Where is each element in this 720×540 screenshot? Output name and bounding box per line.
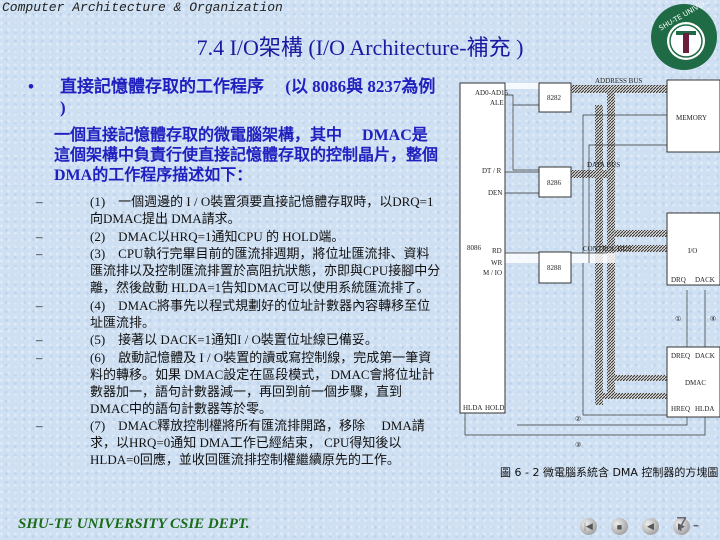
chip-label: 8286	[547, 179, 562, 187]
pin-label: DREQ	[671, 352, 690, 360]
cpu-label: 8086	[467, 244, 482, 252]
pin-label: ALE	[490, 99, 504, 107]
list-item: – (4) DMAC將事先以程式規劃好的位址計數器內容轉移至位址匯流排。	[36, 297, 431, 330]
list-item: – (6) 啟動記憶體及 I / O裝置的讀或寫控制線，完成第一筆資料的轉移。如果…	[36, 350, 435, 416]
pin-label: AD0-AD15	[475, 89, 509, 97]
dmac-label: DMAC	[685, 379, 706, 387]
chip-label: 8282	[547, 94, 562, 102]
pin-label: HOLD	[485, 404, 504, 412]
pin-label: DT / R	[482, 167, 502, 175]
step-marker: ③	[575, 441, 581, 449]
slide-nav: |◀ ■ ◀ ▶	[580, 518, 690, 535]
list-item: – (3) CPU執行完畢目前的匯流排週期，將位址匯流排、資料匯流排以及控制匯流排…	[36, 246, 441, 295]
list-item: – (2) DMAC以HRQ=1通知CPU 的 HOLD端。	[36, 228, 345, 244]
step-marker: ④	[710, 315, 716, 323]
list-item: – (5) 接著以 DACK=1通知I / O裝置位址線已備妥。	[36, 332, 378, 348]
pin-label: HLDA	[463, 404, 482, 412]
chip-label: 8288	[547, 264, 562, 272]
bullet-heading: 直接記憶體存取的工作程序 (以 8086與 8237為例 )	[60, 77, 436, 117]
footer-text: SHU-TE UNIVERSITY CSIE DEPT.	[18, 516, 250, 532]
pin-label: RD	[492, 247, 502, 255]
memory-label: MEMORY	[676, 114, 707, 122]
step-list: – (1) 一個週邊的 I / O裝置須要直接記憶體存取時，以DRQ=1向DMAC…	[34, 194, 442, 469]
io-label: I/O	[688, 247, 697, 255]
pin-label: HLDA	[695, 405, 714, 413]
pin-label: WR	[491, 259, 503, 267]
slide-title: 7.4 I/O架構 (I/O Architecture-補充 )	[196, 35, 524, 60]
pin-label: HREQ	[671, 405, 690, 413]
list-item: – (7) DMAC釋放控制權將所有匯流排開路，移除 DMA請求，以HRQ=0通知…	[36, 418, 425, 467]
page-number: 7 -	[676, 514, 700, 536]
previous-slide-button[interactable]: ◀	[642, 518, 659, 535]
list-item: – (1) 一個週邊的 I / O裝置須要直接記憶體存取時，以DRQ=1向DMAC…	[36, 194, 434, 226]
course-header: Computer Architecture & Organization	[2, 0, 283, 15]
bus-label: DATA BUS	[587, 161, 620, 169]
bus-label: CONTROL BUS	[583, 245, 631, 253]
pin-label: DRQ	[671, 276, 686, 284]
figure-caption: 圖 6 - 2 微電腦系統含 DMA 控制器的方塊圖	[500, 466, 719, 479]
step-marker: ①	[675, 315, 681, 323]
first-slide-button[interactable]: |◀	[580, 518, 597, 535]
intro-paragraph: 一個直接記憶體存取的微電腦架構，其中 DMAC是這個架構中負責行使直接記憶體存取…	[54, 127, 439, 184]
slide-content: • 直接記憶體存取的工作程序 (以 8086與 8237為例 ) 一個直接記憶體…	[22, 76, 442, 482]
bus-label: ADDRESS BUS	[595, 77, 642, 85]
bullet-item: • 直接記憶體存取的工作程序 (以 8086與 8237為例 )	[22, 76, 442, 118]
dma-block-diagram: AD0-AD15 ALE DT / R DEN 8086 RD WR M / I…	[459, 77, 720, 449]
pin-label: DACK	[695, 352, 715, 360]
pin-label: M / IO	[483, 269, 502, 277]
stop-button[interactable]: ■	[611, 518, 628, 535]
pin-label: DACK	[695, 276, 715, 284]
bullet-icon: •	[28, 77, 34, 96]
pin-label: DEN	[488, 189, 502, 197]
step-marker: ②	[575, 415, 581, 423]
